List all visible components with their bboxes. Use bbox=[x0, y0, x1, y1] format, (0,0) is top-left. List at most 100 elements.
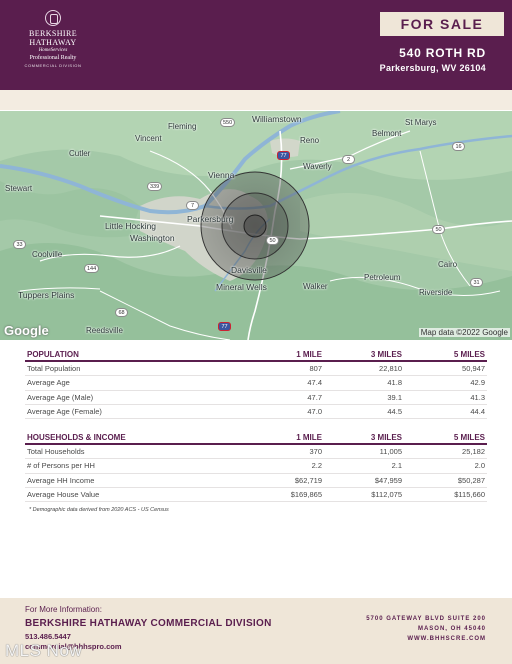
cell-5-miles: 41.3 bbox=[470, 392, 485, 402]
cell-3-miles: 44.5 bbox=[387, 407, 402, 417]
logo-text-line3: HomeServices bbox=[38, 48, 68, 53]
website-link[interactable]: WWW.BHHSCRE.COM bbox=[407, 636, 486, 642]
logo-text-line2: HATHAWAY bbox=[29, 38, 77, 47]
households-income-table: HOUSEHOLDS & INCOME 1 MILE 3 MILES 5 MIL… bbox=[25, 431, 487, 503]
row-label: Average HH Income bbox=[27, 475, 95, 485]
route-68-shield-icon: 68 bbox=[115, 308, 128, 317]
google-logo: Google bbox=[4, 323, 49, 338]
population-heading: POPULATION bbox=[27, 349, 79, 359]
map-label-petroleum: Petroleum bbox=[364, 273, 401, 282]
row-label: Total Population bbox=[27, 364, 81, 374]
table-row: Average Age (Male) 47.7 39.1 41.3 bbox=[25, 391, 487, 405]
route-31-shield-icon: 31 bbox=[470, 278, 483, 287]
cell-1-mile: $169,865 bbox=[290, 490, 322, 500]
cell-1-mile: 47.0 bbox=[307, 407, 322, 417]
row-label: Average House Value bbox=[27, 490, 100, 500]
property-city-state: Parkersburg, WV 26104 bbox=[379, 63, 486, 73]
map-label-vienna: Vienna bbox=[208, 170, 235, 180]
location-map[interactable]: Fleming Williamstown Reno Belmont St Mar… bbox=[0, 111, 512, 340]
row-label: # of Persons per HH bbox=[27, 461, 95, 471]
interstate-77-shield-icon: 77 bbox=[277, 151, 290, 160]
row-label: Total Households bbox=[27, 447, 85, 457]
table-row: Average HH Income $62,719 $47,959 $50,28… bbox=[25, 474, 487, 488]
cell-1-mile: 47.4 bbox=[307, 378, 322, 388]
cell-3-miles: 2.1 bbox=[391, 461, 402, 471]
cell-1-mile: 2.2 bbox=[311, 461, 322, 471]
property-street: 540 ROTH RD bbox=[399, 46, 486, 60]
interstate-77-south-shield-icon: 77 bbox=[218, 322, 231, 331]
map-copyright[interactable]: Map data ©2022 Google bbox=[418, 328, 510, 337]
cell-1-mile: 807 bbox=[309, 364, 322, 374]
cell-1-mile: 370 bbox=[309, 447, 322, 457]
cell-1-mile: $62,719 bbox=[294, 475, 322, 485]
route-7-shield-icon: 7 bbox=[186, 201, 199, 210]
demographic-footnote: * Demographic data derived from 2020 ACS… bbox=[29, 507, 169, 513]
map-label-waverly: Waverly bbox=[303, 162, 332, 171]
office-address-line1: 5700 GATEWAY BLVD SUITE 200 bbox=[366, 616, 486, 622]
cell-5-miles: 2.0 bbox=[474, 461, 485, 471]
map-label-reedsville: Reedsville bbox=[86, 326, 123, 335]
table-row: Average Age 47.4 41.8 42.9 bbox=[25, 376, 487, 391]
map-label-coolville: Coolville bbox=[32, 250, 63, 259]
map-label-cutler: Cutler bbox=[69, 149, 91, 158]
row-label: Average Age bbox=[27, 378, 70, 388]
households-table-header: HOUSEHOLDS & INCOME 1 MILE 3 MILES 5 MIL… bbox=[25, 431, 487, 445]
cell-5-miles: 25,182 bbox=[462, 447, 485, 457]
cell-1-mile: 47.7 bbox=[307, 392, 322, 402]
map-label-belmont: Belmont bbox=[372, 129, 402, 138]
route-2-shield-icon: 2 bbox=[342, 155, 355, 164]
map-label-walker: Walker bbox=[303, 282, 328, 291]
logo-emblem-icon bbox=[45, 10, 61, 26]
table-row: # of Persons per HH 2.2 2.1 2.0 bbox=[25, 459, 487, 474]
logo-text-line1: BERKSHIRE bbox=[28, 29, 78, 38]
row-label: Average Age (Female) bbox=[27, 407, 102, 417]
cell-3-miles: 11,005 bbox=[379, 447, 402, 457]
more-info-label: For More Information: bbox=[25, 605, 102, 614]
cell-5-miles: $50,287 bbox=[457, 475, 485, 485]
table-row: Average House Value $169,865 $112,075 $1… bbox=[25, 488, 487, 503]
map-label-stewart: Stewart bbox=[5, 184, 33, 193]
for-sale-badge: FOR SALE bbox=[380, 12, 504, 36]
map-label-davisville: Davisville bbox=[231, 265, 267, 275]
table-row: Average Age (Female) 47.0 44.5 44.4 bbox=[25, 405, 487, 420]
map-label-fleming: Fleming bbox=[168, 122, 197, 131]
route-144-shield-icon: 144 bbox=[84, 264, 100, 273]
logo-text-line4: Professional Realty bbox=[29, 55, 77, 61]
cell-5-miles: 44.4 bbox=[470, 407, 485, 417]
population-table-header: POPULATION 1 MILE 3 MILES 5 MILES bbox=[25, 348, 487, 362]
cell-3-miles: 41.8 bbox=[387, 378, 402, 388]
households-heading: HOUSEHOLDS & INCOME bbox=[27, 432, 126, 442]
map-label-tuppers-plains: Tuppers Plains bbox=[18, 290, 75, 300]
cell-3-miles: 39.1 bbox=[387, 392, 402, 402]
map-label-st-marys: St Marys bbox=[405, 118, 437, 127]
col-5-miles: 5 MILES bbox=[453, 349, 485, 359]
col-1-mile: 1 MILE bbox=[296, 349, 322, 359]
row-label: Average Age (Male) bbox=[27, 392, 94, 402]
cell-3-miles: $47,959 bbox=[374, 475, 402, 485]
mls-watermark: MLS Now bbox=[5, 641, 83, 660]
map-label-riverside: Riverside bbox=[419, 288, 453, 297]
map-label-washington: Washington bbox=[130, 233, 175, 243]
cell-5-miles: 42.9 bbox=[470, 378, 485, 388]
header-bar: BERKSHIRE HATHAWAY HomeServices Professi… bbox=[0, 0, 512, 90]
contact-phone[interactable]: 513.486.5447 bbox=[25, 632, 71, 641]
map-label-cairo: Cairo bbox=[438, 260, 458, 269]
map-label-vincent: Vincent bbox=[135, 134, 162, 143]
population-table: POPULATION 1 MILE 3 MILES 5 MILES Total … bbox=[25, 348, 487, 420]
route-339-shield-icon: 339 bbox=[147, 182, 163, 191]
route-550-shield-icon: 550 bbox=[220, 118, 236, 127]
table-row: Total Households 370 11,005 25,182 bbox=[25, 445, 487, 460]
map-label-little-hocking: Little Hocking bbox=[105, 221, 157, 231]
office-address-line2: MASON, OH 45040 bbox=[417, 626, 486, 632]
col-5-miles: 5 MILES bbox=[453, 432, 485, 442]
cell-5-miles: $115,660 bbox=[454, 490, 485, 500]
route-50-east-shield-icon: 50 bbox=[432, 225, 445, 234]
route-33-shield-icon: 33 bbox=[13, 240, 26, 249]
map-label-mineral-wells: Mineral Wells bbox=[216, 282, 267, 292]
col-3-miles: 3 MILES bbox=[370, 349, 402, 359]
col-3-miles: 3 MILES bbox=[370, 432, 402, 442]
route-50-shield-icon: 50 bbox=[266, 236, 279, 245]
map-label-reno: Reno bbox=[300, 136, 320, 145]
cell-3-miles: $112,075 bbox=[371, 490, 402, 500]
map-label-williamstown: Williamstown bbox=[252, 114, 302, 124]
